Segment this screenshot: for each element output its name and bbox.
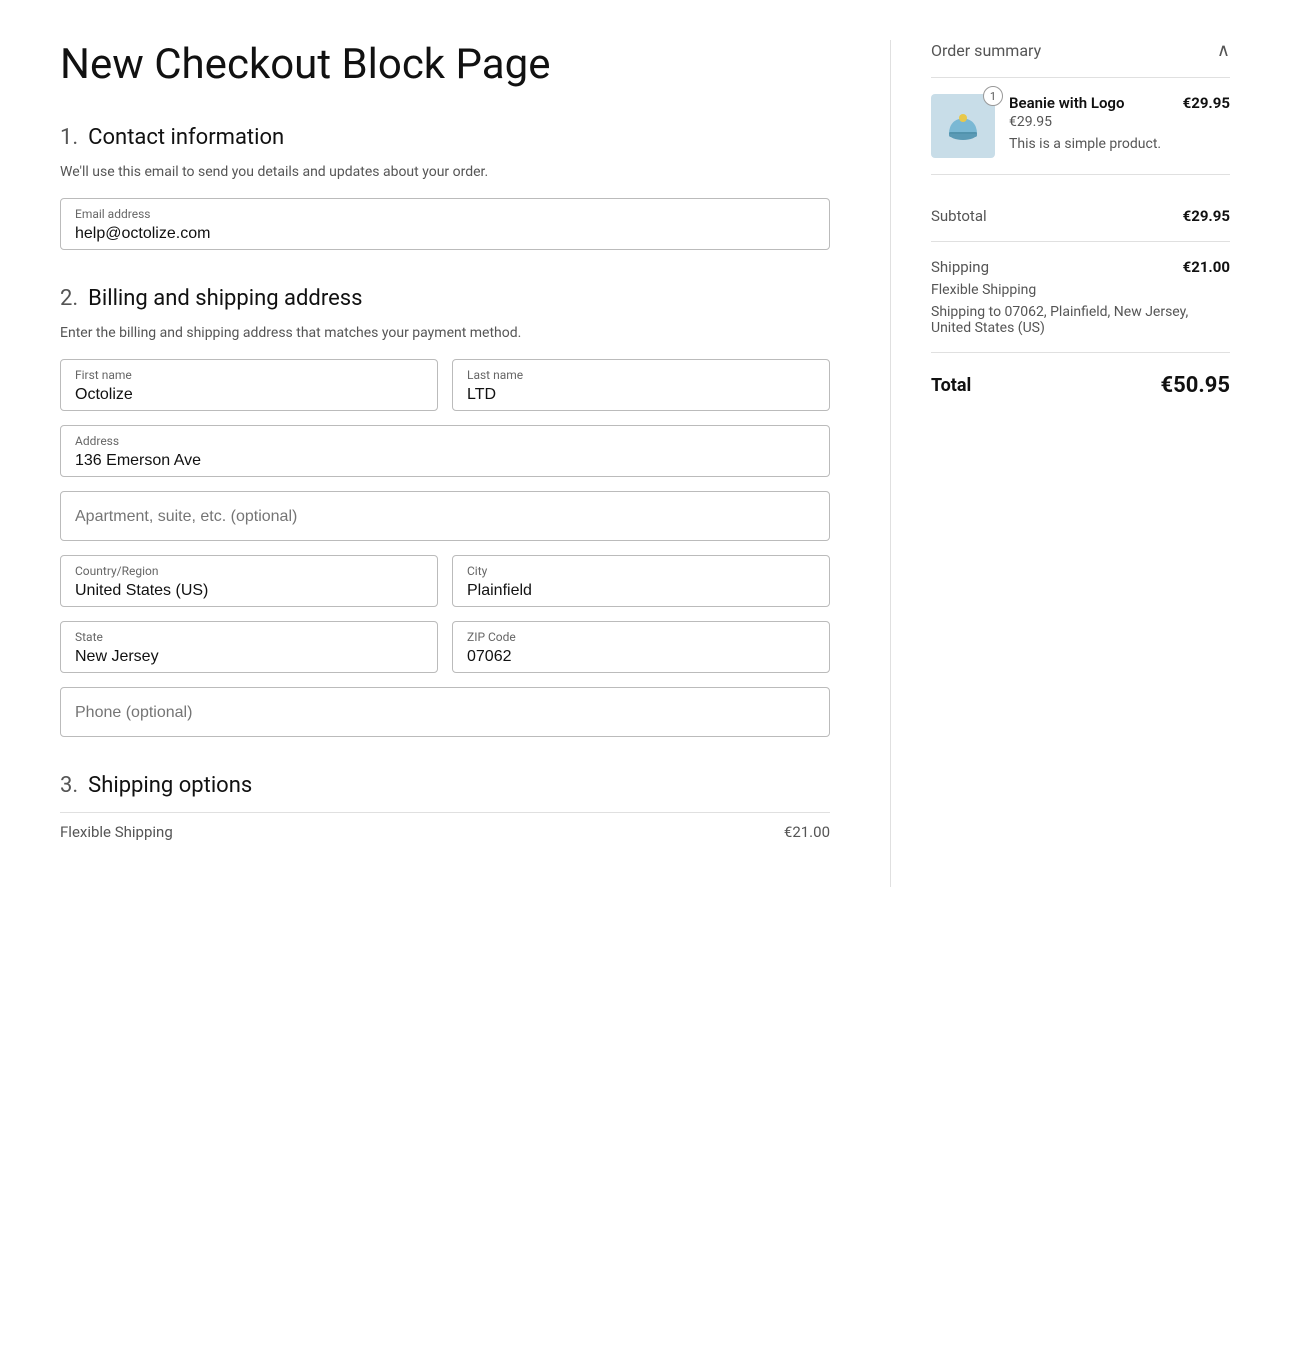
- product-description: This is a simple product.: [1009, 136, 1230, 152]
- first-name-input[interactable]: [75, 386, 423, 404]
- last-name-label: Last name: [467, 368, 815, 382]
- billing-section-number: 2.: [60, 286, 78, 311]
- address-label: Address: [75, 434, 815, 448]
- shipping-summary-label: Shipping: [931, 258, 989, 276]
- address-wrapper[interactable]: Address: [60, 425, 830, 477]
- product-image-wrapper: 1: [931, 94, 995, 158]
- phone-input[interactable]: [75, 704, 815, 722]
- subtotal-value: €29.95: [1183, 207, 1230, 225]
- phone-group: [60, 687, 830, 737]
- main-content: New Checkout Block Page 1. Contact infor…: [60, 40, 830, 887]
- address-input[interactable]: [75, 452, 815, 470]
- product-row: 1 Beanie with Logo €29.95 €29.95 This is…: [931, 94, 1230, 175]
- shipping-method-price: €21.00: [784, 823, 830, 841]
- billing-section-header: 2. Billing and shipping address: [60, 286, 830, 311]
- zip-group: ZIP Code: [452, 621, 830, 673]
- zip-label: ZIP Code: [467, 630, 815, 644]
- total-row: Total €50.95: [931, 353, 1230, 398]
- product-name: Beanie with Logo: [1009, 94, 1124, 112]
- shipping-section-title: Shipping options: [88, 773, 252, 798]
- billing-section-title: Billing and shipping address: [88, 286, 362, 311]
- first-name-wrapper[interactable]: First name: [60, 359, 438, 411]
- state-wrapper[interactable]: State: [60, 621, 438, 673]
- email-label: Email address: [75, 207, 815, 221]
- shipping-summary-method: Flexible Shipping: [931, 282, 1230, 298]
- apartment-group: [60, 491, 830, 541]
- shipping-section: 3. Shipping options Flexible Shipping €2…: [60, 773, 830, 851]
- city-wrapper[interactable]: City: [452, 555, 830, 607]
- zip-input[interactable]: [467, 648, 815, 666]
- shipping-method-label: Flexible Shipping: [60, 823, 173, 841]
- product-price-main: €29.95: [1183, 94, 1230, 112]
- country-input[interactable]: [75, 582, 423, 600]
- contact-section-number: 1.: [60, 125, 78, 150]
- first-name-group: First name: [60, 359, 438, 411]
- country-wrapper[interactable]: Country/Region: [60, 555, 438, 607]
- country-label: Country/Region: [75, 564, 423, 578]
- last-name-group: Last name: [452, 359, 830, 411]
- shipping-section-header: 3. Shipping options: [60, 773, 830, 798]
- address-group: Address: [60, 425, 830, 477]
- apartment-placeholder[interactable]: [60, 491, 830, 541]
- city-label: City: [467, 564, 815, 578]
- contact-section-title: Contact information: [88, 125, 284, 150]
- order-summary-header: Order summary ∧: [931, 40, 1230, 78]
- billing-description: Enter the billing and shipping address t…: [60, 325, 830, 341]
- country-group: Country/Region: [60, 555, 438, 607]
- name-row: First name Last name: [60, 359, 830, 411]
- city-input[interactable]: [467, 582, 815, 600]
- shipping-section-number: 3.: [60, 773, 78, 798]
- billing-section: 2. Billing and shipping address Enter th…: [60, 286, 830, 737]
- product-quantity-badge: 1: [983, 86, 1003, 106]
- country-city-row: Country/Region City: [60, 555, 830, 607]
- contact-section: 1. Contact information We'll use this em…: [60, 125, 830, 250]
- shipping-summary-section: Shipping €21.00 Flexible Shipping Shippi…: [931, 242, 1230, 353]
- email-input[interactable]: [75, 225, 815, 243]
- apartment-input[interactable]: [75, 508, 815, 526]
- subtotal-row: Subtotal €29.95: [931, 191, 1230, 242]
- subtotal-label: Subtotal: [931, 207, 987, 225]
- first-name-label: First name: [75, 368, 423, 382]
- order-summary-title: Order summary: [931, 41, 1041, 60]
- shipping-summary-address: Shipping to 07062, Plainfield, New Jerse…: [931, 304, 1230, 336]
- state-zip-row: State ZIP Code: [60, 621, 830, 673]
- page-title: New Checkout Block Page: [60, 40, 830, 89]
- email-field-wrapper[interactable]: Email address: [60, 198, 830, 250]
- shipping-summary-value: €21.00: [1183, 258, 1230, 276]
- chevron-up-icon[interactable]: ∧: [1217, 40, 1230, 61]
- zip-wrapper[interactable]: ZIP Code: [452, 621, 830, 673]
- product-price-small: €29.95: [1009, 114, 1230, 130]
- state-input[interactable]: [75, 648, 423, 666]
- contact-description: We'll use this email to send you details…: [60, 164, 830, 180]
- order-summary-sidebar: Order summary ∧: [890, 40, 1230, 887]
- state-label: State: [75, 630, 423, 644]
- total-label: Total: [931, 375, 971, 396]
- state-group: State: [60, 621, 438, 673]
- total-value: €50.95: [1161, 373, 1231, 398]
- city-group: City: [452, 555, 830, 607]
- product-info: Beanie with Logo €29.95 €29.95 This is a…: [1009, 94, 1230, 158]
- product-image: [931, 94, 995, 158]
- email-field-group: Email address: [60, 198, 830, 250]
- last-name-wrapper[interactable]: Last name: [452, 359, 830, 411]
- shipping-option-row: Flexible Shipping €21.00: [60, 812, 830, 851]
- contact-section-header: 1. Contact information: [60, 125, 830, 150]
- phone-wrapper[interactable]: [60, 687, 830, 737]
- beanie-icon: [941, 104, 985, 148]
- last-name-input[interactable]: [467, 386, 815, 404]
